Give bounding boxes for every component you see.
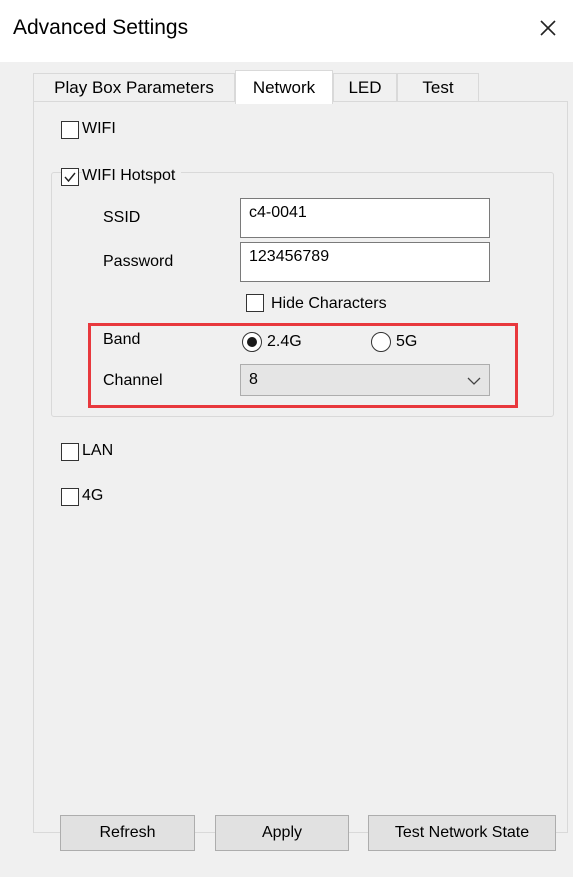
tab-network[interactable]: Network	[235, 70, 333, 104]
lan-checkbox[interactable]	[61, 443, 79, 461]
band-channel-highlight-box	[88, 323, 518, 408]
wifi-hotspot-label: WIFI Hotspot	[82, 167, 182, 185]
wifi-checkbox[interactable]	[61, 121, 79, 139]
password-label: Password	[103, 253, 174, 270]
tab-led[interactable]: LED	[333, 73, 397, 102]
ssid-label: SSID	[103, 209, 141, 226]
test-network-state-button[interactable]: Test Network State	[368, 815, 556, 851]
title-bar: Advanced Settings	[0, 0, 573, 62]
wifi-hotspot-checkbox[interactable]	[61, 168, 79, 186]
4g-label: 4G	[82, 487, 104, 504]
password-input[interactable]: 123456789	[240, 242, 490, 282]
close-button[interactable]	[532, 12, 564, 44]
hide-characters-checkbox[interactable]	[246, 294, 264, 312]
ssid-input[interactable]: c4-0041	[240, 198, 490, 238]
hide-characters-label: Hide Characters	[271, 295, 387, 312]
refresh-button[interactable]: Refresh	[60, 815, 195, 851]
tab-play-box-parameters[interactable]: Play Box Parameters	[33, 73, 235, 102]
close-icon	[540, 20, 556, 36]
checkmark-icon	[64, 172, 76, 183]
apply-button[interactable]: Apply	[215, 815, 349, 851]
window-title: Advanced Settings	[13, 16, 189, 39]
lan-label: LAN	[82, 442, 114, 459]
wifi-label: WIFI	[82, 120, 116, 137]
4g-checkbox[interactable]	[61, 488, 79, 506]
tab-test[interactable]: Test	[397, 73, 479, 102]
